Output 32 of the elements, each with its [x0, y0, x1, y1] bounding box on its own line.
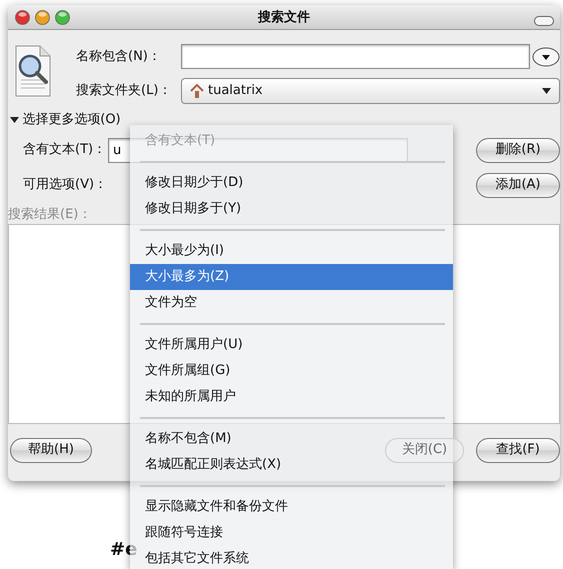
disclosure-triangle-icon[interactable] [10, 115, 19, 124]
menu-item[interactable]: 大小最多为(Z) [130, 264, 453, 290]
field-label: 含有文本(T)： [23, 141, 108, 160]
menu-item[interactable]: 修改日期多于(Y) [130, 196, 246, 222]
menu-item[interactable]: 大小最少为(I) [130, 238, 228, 264]
menu-item[interactable]: 修改日期少于(D) [130, 170, 248, 196]
menu-item[interactable]: 文件所属组(G) [130, 358, 234, 384]
home-icon [190, 83, 204, 99]
zoom-icon[interactable] [55, 10, 70, 25]
caret-icon [542, 88, 551, 94]
minimize-icon[interactable] [35, 10, 50, 25]
menu-item[interactable]: 文件所属用户(U) [130, 332, 247, 358]
field-label: 可用选项(V)： [23, 176, 108, 194]
menu-item[interactable]: 名城匹配正则表达式(X) [130, 452, 286, 478]
name-field[interactable] [181, 44, 530, 69]
window-title: 搜索文件 [258, 8, 310, 27]
dropdown-button[interactable] [532, 46, 560, 66]
field-label: 名称包含(N)： [76, 48, 162, 66]
remove-button[interactable]: 删除(R) [476, 138, 560, 162]
search-document-icon [13, 44, 53, 98]
section-label: 选择更多选项(O) [22, 111, 121, 129]
results-label: 搜索结果(E)： [8, 206, 92, 222]
menu-item[interactable]: 未知的所属用户 [130, 384, 240, 410]
close-icon[interactable] [15, 10, 30, 25]
menu-item[interactable]: 名称不包含(M) [130, 426, 236, 452]
menu-item[interactable]: 文件为空 [130, 290, 201, 316]
find-button[interactable]: 查找(F) [476, 438, 560, 462]
folder-dropdown[interactable]: tualatrix [181, 78, 560, 104]
add-button[interactable]: 添加(A) [476, 172, 560, 198]
field-label: 搜索文件夹(L)： [76, 82, 172, 100]
help-button[interactable]: 帮助(H) [10, 438, 92, 462]
menu-item[interactable]: 显示隐藏文件和备份文件 [130, 494, 292, 520]
